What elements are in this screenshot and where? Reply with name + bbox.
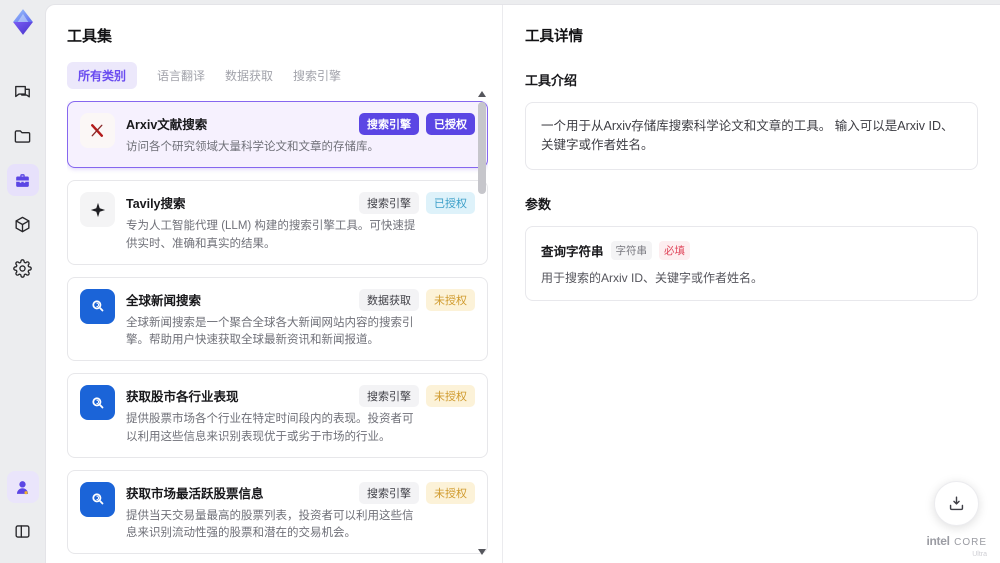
tool-card[interactable]: Tavily搜索 搜索引擎 已授权 专为人工智能代理 (LLM) 构建的搜索引擎… bbox=[67, 180, 488, 265]
page-title: 工具集 bbox=[67, 28, 113, 45]
tab-category-3[interactable]: 搜索引擎 bbox=[293, 67, 341, 84]
tool-auth-badge: 已授权 bbox=[426, 113, 475, 135]
tool-description: 专为人工智能代理 (LLM) 构建的搜索引擎工具。可快速提供实时、准确和真实的结… bbox=[126, 220, 416, 250]
intel-core-logo: intel CORE Ultra bbox=[926, 534, 987, 558]
tool-name: 获取市场最活跃股票信息 bbox=[126, 486, 264, 501]
intro-text: 一个用于从Arxiv存储库搜索科学论文和文章的工具。 输入可以是Arxiv ID… bbox=[541, 119, 954, 152]
tool-name: 全球新闻搜索 bbox=[126, 293, 202, 308]
detail-title: 工具详情 bbox=[525, 29, 583, 45]
app-sidebar bbox=[0, 0, 45, 563]
tool-card[interactable]: 全球新闻搜索 数据获取 未授权 全球新闻搜索是一个聚合全球各大新闻网站内容的搜索… bbox=[67, 276, 488, 362]
tool-card[interactable]: 获取股市各行业表现 搜索引擎 未授权 提供股票市场各个行业在特定时间段内的表现。… bbox=[67, 373, 488, 458]
layout-panels-icon bbox=[15, 524, 30, 538]
tool-auth-badge: 未授权 bbox=[426, 385, 475, 408]
chat-icon bbox=[15, 85, 30, 98]
news-search-icon bbox=[80, 288, 115, 324]
tool-category-badge: 数据获取 bbox=[359, 288, 419, 311]
tab-category-2[interactable]: 数据获取 bbox=[225, 67, 273, 84]
toolbox-icon bbox=[16, 173, 29, 187]
tool-list-panel: 工具集 所有类别 语言翻译 数据获取 搜索引擎 Arxiv文献搜索 搜索引擎 已授权 … bbox=[46, 5, 503, 563]
tool-category-badge: 搜索引擎 bbox=[359, 113, 419, 135]
settings-icon bbox=[13, 258, 32, 278]
arxiv-logo-icon bbox=[80, 113, 115, 148]
app-logo-icon bbox=[12, 9, 33, 35]
tool-category-badge: 搜索引擎 bbox=[359, 192, 419, 215]
sparkle-icon bbox=[80, 192, 115, 228]
tool-detail-panel: 工具详情 工具介绍 一个用于从Arxiv存储库搜索科学论文和文章的工具。 输入可… bbox=[503, 5, 1000, 563]
tool-list: Arxiv文献搜索 搜索引擎 已授权 访问各个研究领域大量科学论文和文章的存储库… bbox=[67, 101, 488, 557]
params-heading: 参数 bbox=[525, 196, 552, 212]
scrollbar-up-arrow-icon[interactable] bbox=[478, 91, 486, 97]
sidebar-item-packages[interactable] bbox=[7, 208, 39, 240]
tool-description: 全球新闻搜索是一个聚合全球各大新闻网站内容的搜索引擎。帮助用户快速获取全球最新资… bbox=[126, 316, 414, 346]
sidebar-item-files[interactable] bbox=[7, 120, 39, 152]
tool-description: 访问各个研究领域大量科学论文和文章的存储库。 bbox=[126, 141, 379, 153]
news-search-icon bbox=[80, 385, 115, 421]
folder-icon bbox=[14, 129, 31, 143]
tool-name: Arxiv文献搜索 bbox=[126, 118, 208, 132]
sidebar-item-settings[interactable] bbox=[7, 252, 39, 284]
tool-name: 获取股市各行业表现 bbox=[126, 390, 239, 405]
parameter-description: 用于搜索的Arxiv ID、关键字或作者姓名。 bbox=[541, 270, 764, 285]
sidebar-item-chat[interactable] bbox=[7, 76, 39, 108]
tool-category-badge: 搜索引擎 bbox=[359, 385, 419, 408]
list-scrollbar[interactable] bbox=[477, 91, 487, 555]
tool-auth-badge: 已授权 bbox=[426, 192, 475, 215]
tab-category-0[interactable]: 所有类别 bbox=[67, 62, 138, 89]
sidebar-item-toggle-panel[interactable] bbox=[7, 515, 39, 547]
parameter-box: 查询字符串 字符串 必填 用于搜索的Arxiv ID、关键字或作者姓名。 bbox=[525, 225, 978, 301]
parameter-type-chip: 字符串 bbox=[610, 240, 653, 260]
intro-box: 一个用于从Arxiv存储库搜索科学论文和文章的工具。 输入可以是Arxiv ID… bbox=[525, 102, 978, 170]
tool-description: 提供股票市场各个行业在特定时间段内的表现。投资者可以利用这些信息来识别表现优于或… bbox=[126, 413, 414, 443]
parameter-name: 查询字符串 bbox=[541, 244, 604, 259]
tool-auth-badge: 未授权 bbox=[426, 288, 475, 311]
tool-card[interactable]: Arxiv文献搜索 搜索引擎 已授权 访问各个研究领域大量科学论文和文章的存储库… bbox=[67, 101, 488, 169]
parameter-required-chip: 必填 bbox=[659, 240, 691, 260]
download-icon bbox=[950, 496, 964, 511]
tool-auth-badge: 未授权 bbox=[426, 481, 475, 504]
user-icon bbox=[16, 480, 29, 494]
tool-description: 提供当天交易量最高的股票列表，投资者可以利用这些信息来识别流动性强的股票和潜在的… bbox=[126, 509, 414, 539]
intro-heading: 工具介绍 bbox=[525, 73, 578, 88]
download-button[interactable] bbox=[934, 481, 980, 526]
scrollbar-down-arrow-icon[interactable] bbox=[478, 549, 486, 555]
main-content: 工具集 所有类别 语言翻译 数据获取 搜索引擎 Arxiv文献搜索 搜索引擎 已授权 … bbox=[45, 4, 1000, 563]
tool-category-badge: 搜索引擎 bbox=[359, 481, 419, 504]
news-search-icon bbox=[80, 481, 115, 517]
tab-category-1[interactable]: 语言翻译 bbox=[157, 67, 205, 84]
scrollbar-thumb[interactable] bbox=[478, 102, 486, 194]
tool-card[interactable]: 获取市场最活跃股票信息 搜索引擎 未授权 提供当天交易量最高的股票列表，投资者可… bbox=[67, 469, 488, 555]
category-tabs: 所有类别 语言翻译 数据获取 搜索引擎 bbox=[67, 62, 502, 89]
sidebar-item-account[interactable] bbox=[6, 471, 39, 503]
tool-name: Tavily搜索 bbox=[126, 197, 186, 212]
sidebar-item-tools[interactable] bbox=[6, 164, 39, 196]
package-icon bbox=[15, 216, 30, 232]
